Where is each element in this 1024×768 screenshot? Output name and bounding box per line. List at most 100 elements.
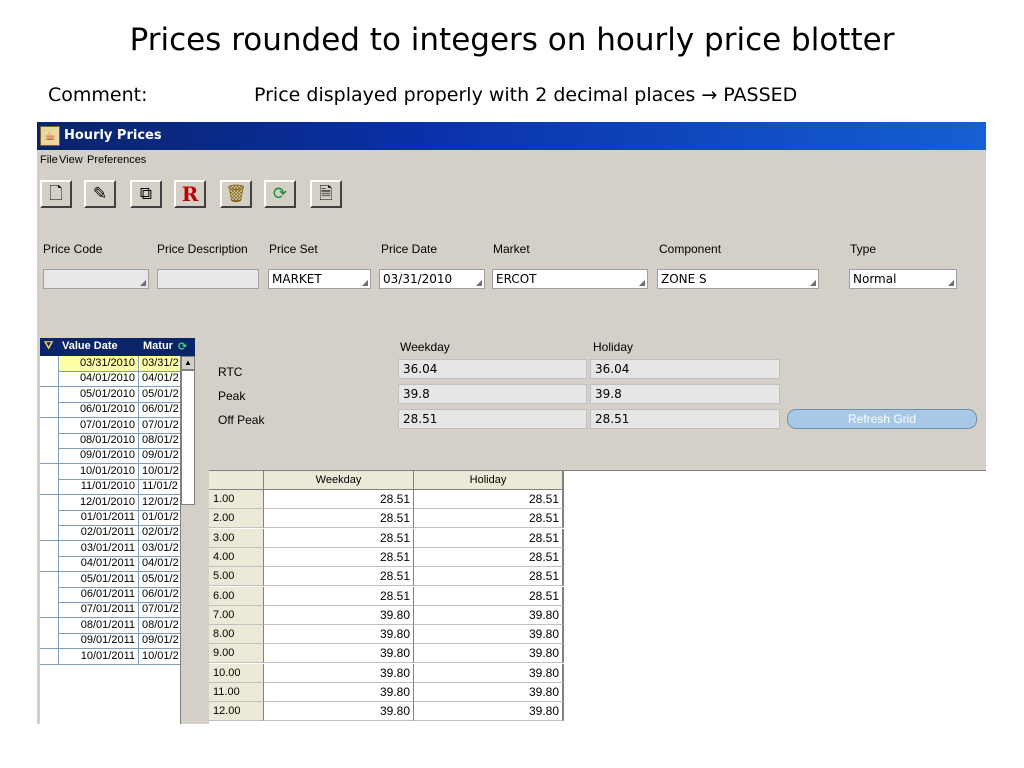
new-document-button[interactable]: 🗋 xyxy=(40,180,72,208)
row-selector[interactable] xyxy=(40,433,59,448)
grid-holiday-header[interactable]: Holiday xyxy=(414,471,564,490)
date-list-row[interactable]: 10/01/2011 10/01/2 xyxy=(40,648,180,665)
menu-file[interactable]: File xyxy=(40,154,58,166)
menu-view[interactable]: View xyxy=(59,154,83,166)
price-date-field[interactable]: 03/31/2010 ◢ xyxy=(379,269,485,289)
row-selector[interactable] xyxy=(40,556,59,572)
grid-holiday-cell[interactable]: 28.51 xyxy=(414,528,564,548)
grid-holiday-cell[interactable]: 28.51 xyxy=(414,586,564,606)
row-selector[interactable] xyxy=(40,587,59,602)
date-list-row[interactable]: 07/01/2011 07/01/2 xyxy=(40,602,180,619)
type-field[interactable]: Normal ◢ xyxy=(849,269,957,289)
row-selector[interactable] xyxy=(40,494,59,510)
price-description-field[interactable] xyxy=(157,269,259,289)
row-selector[interactable] xyxy=(40,356,59,371)
grid-holiday-cell[interactable]: 39.80 xyxy=(414,644,564,664)
date-list-row[interactable]: 05/01/2010 05/01/2 xyxy=(40,386,180,403)
window-titlebar[interactable]: ☕ Hourly Prices xyxy=(37,122,986,150)
value-date-cell: 09/01/2011 xyxy=(59,633,139,649)
row-selector[interactable] xyxy=(40,479,59,495)
date-list-row[interactable]: 03/31/2010 03/31/2 xyxy=(40,356,182,372)
row-selector[interactable] xyxy=(40,386,59,402)
date-list-row[interactable]: 02/01/2011 02/01/2 xyxy=(40,525,180,542)
price-set-field[interactable]: MARKET ◢ xyxy=(268,269,371,289)
grid-holiday-cell[interactable]: 28.51 xyxy=(414,567,564,587)
edit-document-button[interactable]: ✎ xyxy=(84,180,116,208)
grid-holiday-cell[interactable]: 39.80 xyxy=(414,702,564,722)
refresh-grid-button[interactable]: Refresh Grid xyxy=(787,409,977,429)
grid-weekday-cell[interactable]: 39.80 xyxy=(264,702,414,722)
grid-weekday-cell[interactable]: 28.51 xyxy=(264,490,414,509)
row-selector[interactable] xyxy=(40,402,59,418)
row-selector[interactable] xyxy=(40,448,59,464)
row-selector[interactable] xyxy=(40,648,59,664)
list-refresh-icon[interactable]: ⟳ xyxy=(178,340,187,353)
component-field[interactable]: ZONE S ◢ xyxy=(657,269,819,289)
grid-weekday-cell[interactable]: 39.80 xyxy=(264,625,414,645)
row-selector[interactable] xyxy=(40,540,59,556)
grid-hour-label: 1.00 xyxy=(209,490,264,509)
row-selector[interactable] xyxy=(40,571,59,587)
menu-preferences[interactable]: Preferences xyxy=(87,154,146,166)
row-selector[interactable] xyxy=(40,633,59,649)
grid-holiday-cell[interactable]: 28.51 xyxy=(414,490,564,509)
row-selector[interactable] xyxy=(40,510,59,525)
grid-holiday-cell[interactable]: 39.80 xyxy=(414,625,564,645)
delete-button[interactable]: 🗑 xyxy=(220,180,252,208)
grid-hour-label: 9.00 xyxy=(209,644,264,664)
market-field[interactable]: ERCOT ◢ xyxy=(492,269,648,289)
maturity-header[interactable]: Matur xyxy=(143,340,173,352)
date-list-row[interactable]: 01/01/2011 01/01/2 xyxy=(40,510,180,526)
date-list-row[interactable]: 03/01/2011 03/01/2 xyxy=(40,540,180,557)
price-code-label: Price Code xyxy=(43,242,103,256)
date-list-row[interactable]: 07/01/2010 07/01/2 xyxy=(40,417,180,434)
grid-holiday-cell[interactable]: 39.80 xyxy=(414,663,564,683)
notes-button[interactable]: 🗎 xyxy=(310,180,342,208)
scroll-thumb[interactable] xyxy=(181,370,195,505)
date-list-row[interactable]: 04/01/2011 04/01/2 xyxy=(40,556,180,573)
grid-weekday-cell[interactable]: 39.80 xyxy=(264,605,414,625)
row-selector[interactable] xyxy=(40,417,59,433)
refresh-button[interactable]: ⟳ xyxy=(264,180,296,208)
row-selector[interactable] xyxy=(40,617,59,633)
scroll-up-arrow-icon[interactable]: ▲ xyxy=(181,356,195,370)
filter-icon[interactable]: ⛛ xyxy=(44,340,53,353)
grid-holiday-cell[interactable]: 28.51 xyxy=(414,547,564,567)
date-list-row[interactable]: 10/01/2010 10/01/2 xyxy=(40,463,180,480)
date-list-row[interactable]: 06/01/2010 06/01/2 xyxy=(40,402,180,419)
grid-weekday-cell[interactable]: 39.80 xyxy=(264,663,414,683)
grid-weekday-cell[interactable]: 28.51 xyxy=(264,567,414,587)
date-list-row[interactable]: 04/01/2010 04/01/2 xyxy=(40,371,180,388)
price-code-field[interactable]: ◢ xyxy=(43,269,149,289)
date-list-row[interactable]: 09/01/2011 09/01/2 xyxy=(40,633,180,650)
grid-weekday-cell[interactable]: 28.51 xyxy=(264,528,414,548)
grid-hour-label: 3.00 xyxy=(209,528,264,548)
value-date-cell: 03/01/2011 xyxy=(59,540,139,556)
row-selector[interactable] xyxy=(40,525,59,541)
row-selector[interactable] xyxy=(40,602,59,618)
date-list-row[interactable]: 08/01/2011 08/01/2 xyxy=(40,617,180,634)
date-list-row[interactable]: 11/01/2010 11/01/2 xyxy=(40,479,180,496)
date-list-row[interactable]: 05/01/2011 05/01/2 xyxy=(40,571,180,588)
grid-weekday-cell[interactable]: 39.80 xyxy=(264,683,414,702)
value-date-header[interactable]: Value Date xyxy=(62,340,118,352)
date-list-row[interactable]: 06/01/2011 06/01/2 xyxy=(40,587,180,603)
date-list-row[interactable]: 09/01/2010 09/01/2 xyxy=(40,448,180,465)
grid-weekday-cell[interactable]: 28.51 xyxy=(264,547,414,567)
date-list-row[interactable]: 08/01/2010 08/01/2 xyxy=(40,433,180,449)
grid-holiday-cell[interactable]: 28.51 xyxy=(414,509,564,529)
date-list-scrollbar[interactable]: ▲ xyxy=(180,356,195,724)
report-button[interactable]: R xyxy=(174,180,206,208)
row-selector[interactable] xyxy=(40,463,59,479)
grid-weekday-cell[interactable]: 39.80 xyxy=(264,644,414,664)
grid-weekday-cell[interactable]: 28.51 xyxy=(264,586,414,606)
value-date-cell: 10/01/2010 xyxy=(59,463,139,479)
grid-weekday-header[interactable]: Weekday xyxy=(264,471,414,490)
copy-document-button[interactable]: ⧉ xyxy=(130,180,162,208)
row-selector[interactable] xyxy=(40,371,59,387)
grid-weekday-cell[interactable]: 28.51 xyxy=(264,509,414,529)
grid-holiday-cell[interactable]: 39.80 xyxy=(414,683,564,702)
notes-document-icon: 🗎 xyxy=(319,184,333,203)
date-list-row[interactable]: 12/01/2010 12/01/2 xyxy=(40,494,180,511)
grid-holiday-cell[interactable]: 39.80 xyxy=(414,605,564,625)
